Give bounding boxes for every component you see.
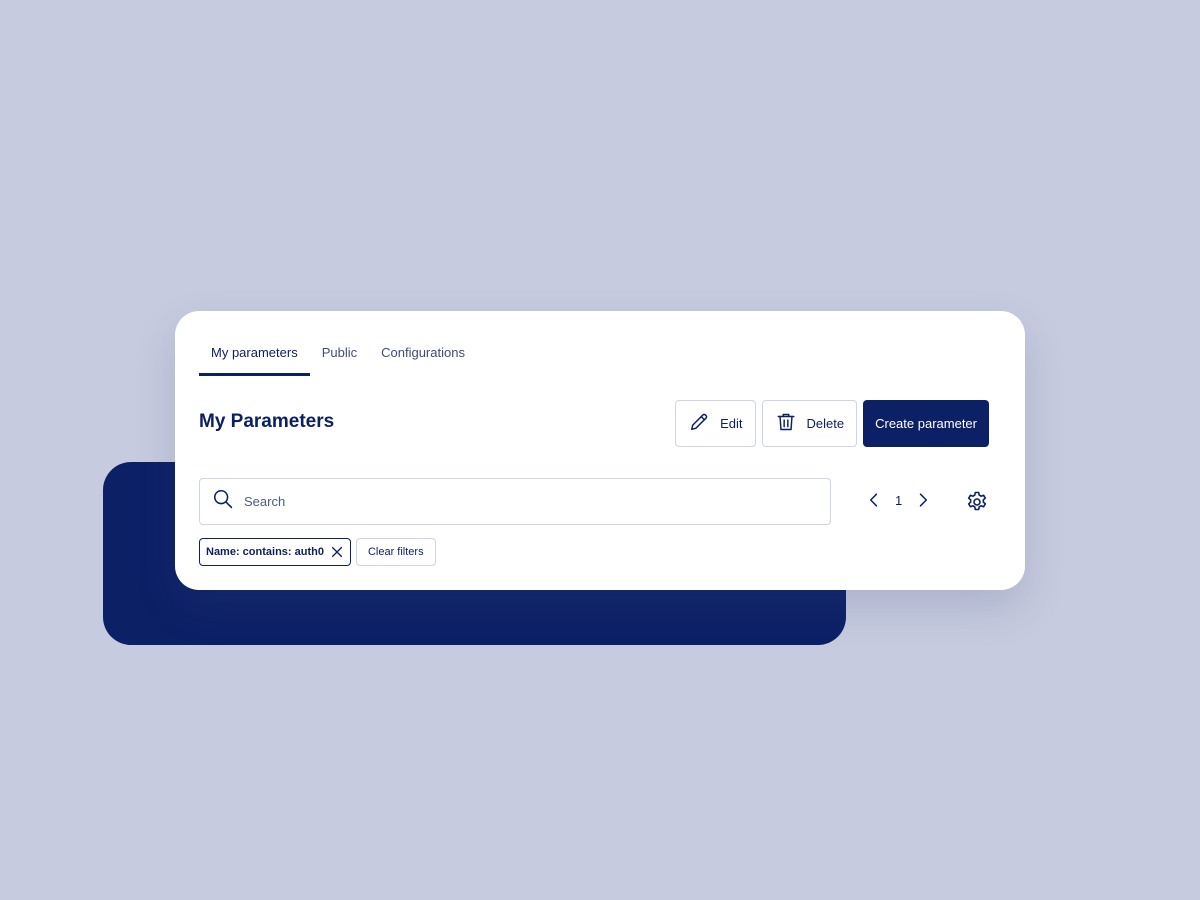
create-parameter-button[interactable]: Create parameter [863,400,989,447]
delete-button[interactable]: Delete [761,400,858,447]
search-input[interactable] [242,493,818,510]
edit-button[interactable]: Edit [675,400,756,447]
active-filters: Name: contains: auth0 Clear filters [199,538,436,566]
search-icon [212,488,234,515]
delete-button-label: Delete [806,416,845,431]
edit-button-label: Edit [720,416,743,431]
page-title: My Parameters [199,411,335,432]
current-page-number: 1 [895,492,903,508]
chevron-left-icon [869,493,878,507]
chevron-right-icon [919,493,928,507]
tab-bar: My parameters Public Configurations [199,339,477,377]
clear-filters-button[interactable]: Clear filters [355,538,436,566]
pagination: 1 [863,489,934,511]
filter-chip-label: Name: contains: auth0 [206,546,324,558]
gear-icon [967,491,987,511]
parameters-panel: My parameters Public Configurations My P… [175,311,1025,590]
pencil-icon [688,411,710,436]
remove-filter-button[interactable] [330,545,344,559]
tab-configurations[interactable]: Configurations [369,339,477,369]
filter-chip: Name: contains: auth0 [199,538,351,566]
trash-icon [775,411,797,436]
settings-button[interactable] [965,490,989,514]
previous-page-button[interactable] [863,489,885,511]
action-toolbar: Edit Delete Create parameter [675,400,989,447]
close-icon [331,546,342,558]
next-page-button[interactable] [912,489,934,511]
search-field[interactable] [199,478,831,525]
tab-my-parameters[interactable]: My parameters [199,339,310,376]
tab-public[interactable]: Public [310,339,369,369]
